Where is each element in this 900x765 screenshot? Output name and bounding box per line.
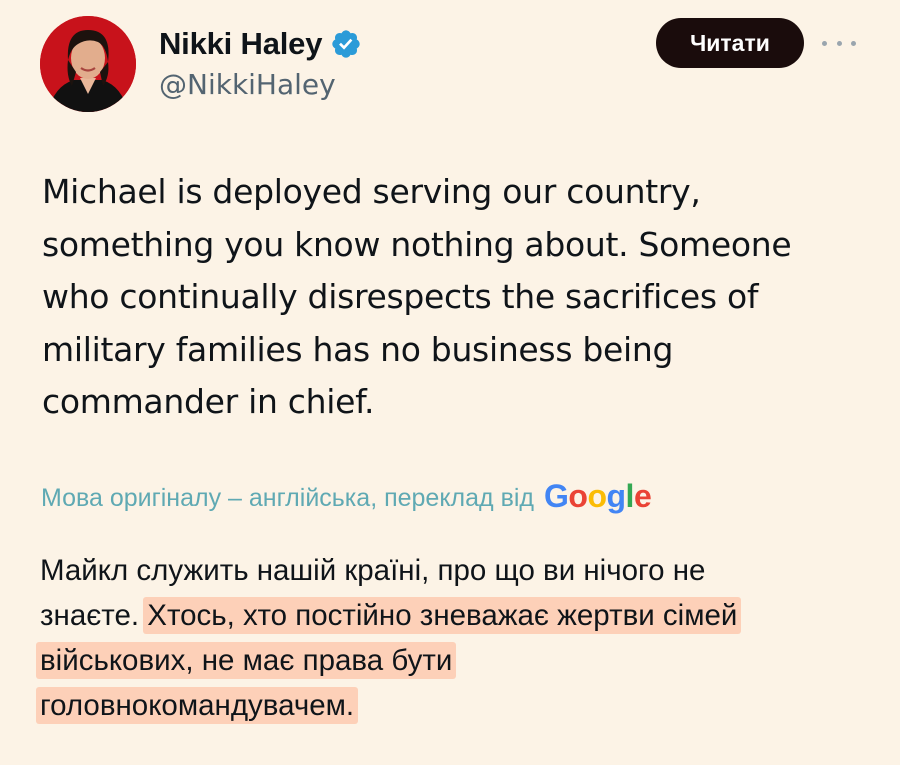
translated-line: військових, не має права бути: [36, 638, 880, 683]
tweet-line: Michael is deployed serving our country,: [42, 172, 701, 211]
follow-button[interactable]: Читати: [656, 18, 804, 68]
tweet-text: Michael is deployed serving our country,…: [42, 166, 862, 429]
translated-line: знаєте. Хтось, хто постійно зневажає жер…: [40, 593, 880, 638]
tweet-header: Nikki Haley @NikkiHaley Читати: [0, 0, 900, 130]
translated-text: Майкл служить нашій країні, про що ви ні…: [36, 548, 880, 728]
google-logo: Google: [544, 477, 652, 514]
more-dot: [822, 40, 827, 46]
more-dot: [851, 40, 856, 46]
highlighted-segment: військових, не має права бути: [36, 642, 457, 679]
more-dot: [836, 40, 842, 46]
translated-segment: знаєте.: [40, 599, 148, 632]
more-options-icon[interactable]: [822, 28, 856, 58]
highlighted-segment: Хтось, хто постійно зневажає жертви сіме…: [143, 597, 742, 634]
tweet-line: something you know nothing about. Someon…: [42, 224, 792, 264]
translation-note-text: Мова оригіналу – англійська, переклад ві…: [41, 483, 535, 512]
tweet-line: who continually disrespects the sacrific…: [42, 277, 759, 316]
tweet-line: commander in chief.: [42, 382, 375, 421]
translated-line: головнокомандувачем.: [36, 683, 880, 728]
translation-note[interactable]: Мова оригіналу – англійська, переклад ві…: [41, 477, 652, 518]
highlighted-segment: головнокомандувачем.: [36, 687, 359, 724]
tweet-line: military families has no business being: [42, 329, 674, 369]
verified-badge-icon: [332, 30, 360, 58]
avatar[interactable]: [40, 16, 136, 112]
profile-photo: [40, 16, 136, 112]
display-name[interactable]: Nikki Haley: [159, 26, 322, 62]
author-handle[interactable]: @NikkiHaley: [159, 68, 336, 101]
translated-line: Майкл служить нашій країні, про що ви ні…: [40, 554, 706, 587]
name-row: Nikki Haley: [159, 24, 362, 64]
